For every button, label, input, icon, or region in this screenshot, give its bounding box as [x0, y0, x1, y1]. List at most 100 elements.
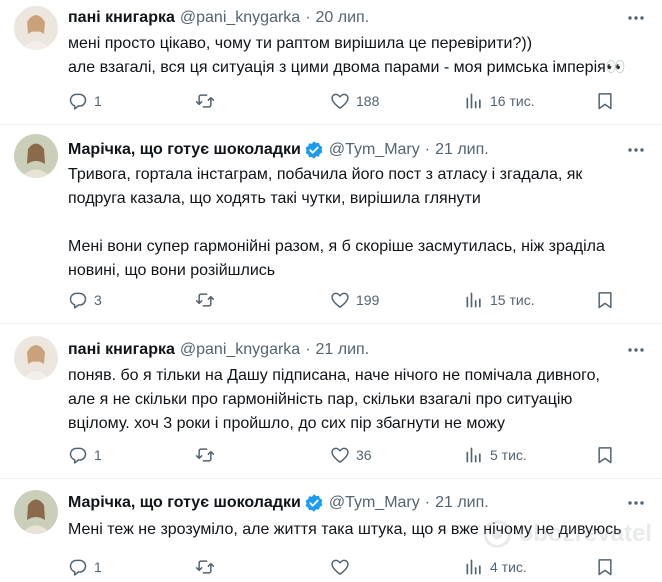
tweet-divider [0, 124, 662, 125]
views-icon [466, 559, 481, 575]
like-button[interactable]: 188 [330, 87, 379, 115]
avatar[interactable] [14, 490, 58, 534]
repost-button[interactable] [194, 441, 222, 469]
reply-icon [69, 447, 87, 464]
reply-icon [69, 292, 87, 309]
tweet-text-line: новині, що вони розійшлись [68, 262, 276, 279]
like-icon [331, 292, 349, 308]
reply-count: 1 [94, 447, 102, 463]
tweet-text-line: Мені вони супер гармонійні разом, я б ск… [68, 238, 605, 255]
tweet-actions: 1 36 5 тис. [60, 441, 650, 469]
repost-button[interactable] [194, 87, 222, 115]
repost-icon [195, 560, 215, 574]
repost-icon [195, 448, 215, 462]
views-button[interactable]: 5 тис. [464, 441, 527, 469]
author-name[interactable]: Марічка, що готує шоколадки [68, 141, 301, 159]
author-handle[interactable]: @Tym_Mary [329, 494, 420, 512]
bookmark-icon [598, 559, 612, 576]
tweet-text: поняв. бо я тільки на Дашу підписана, на… [68, 364, 648, 436]
tweet-date[interactable]: 21 лип. [435, 141, 489, 159]
bookmark-icon [598, 292, 612, 309]
like-icon [331, 93, 349, 109]
bookmark-button[interactable] [595, 87, 615, 115]
tweet-date[interactable]: 21 лип. [316, 341, 370, 359]
tweet-actions: 3 199 15 тис. [60, 286, 650, 314]
views-count: 16 тис. [490, 93, 535, 109]
like-button[interactable]: 36 [330, 441, 372, 469]
tweet-date[interactable]: 21 лип. [435, 494, 489, 512]
tweet-header: пані книгарка @pani_knygarka · 20 лип. [68, 6, 369, 30]
tweet-header: Марічка, що готує шоколадки @Tym_Mary · … [68, 491, 489, 515]
bookmark-button[interactable] [595, 441, 615, 469]
repost-icon [195, 94, 215, 108]
separator-dot: · [305, 9, 311, 26]
views-button[interactable]: 15 тис. [464, 286, 535, 314]
repost-button[interactable] [194, 553, 222, 581]
more-icon[interactable] [624, 491, 648, 515]
tweet-divider [0, 323, 662, 324]
views-icon [466, 93, 481, 109]
reply-count: 1 [94, 559, 102, 575]
more-icon[interactable] [624, 6, 648, 30]
tweet-text-line [68, 211, 648, 235]
tweet-text: мені просто цікаво, чому ти раптом виріш… [68, 32, 648, 80]
avatar[interactable] [14, 336, 58, 380]
reply-button[interactable]: 1 [68, 87, 102, 115]
reply-button[interactable]: 1 [68, 441, 102, 469]
views-icon [466, 292, 481, 308]
like-icon [331, 559, 349, 575]
reply-count: 3 [94, 292, 102, 308]
tweet-date[interactable]: 20 лип. [316, 9, 370, 27]
tweet-actions: 1 188 16 тис. [60, 87, 650, 115]
tweet-text-line: вцілому. хоч 3 роки і пройшло, до сих пі… [68, 415, 505, 432]
like-button[interactable]: 199 [330, 286, 379, 314]
more-icon[interactable] [624, 338, 648, 362]
separator-dot: · [424, 141, 431, 158]
avatar[interactable] [14, 6, 58, 50]
reply-count: 1 [94, 93, 102, 109]
verified-icon [304, 140, 324, 160]
bookmark-button[interactable] [595, 553, 615, 581]
like-count: 36 [356, 447, 372, 463]
tweet-text-line: подруга казала, що ходять такі чутки, ви… [68, 190, 481, 207]
like-icon [331, 447, 349, 463]
reply-button[interactable]: 1 [68, 553, 102, 581]
like-count: 188 [356, 93, 380, 109]
reply-icon [69, 93, 87, 110]
tweet-text-line: Мені теж не зрозуміло, але життя така шт… [68, 521, 622, 538]
views-button[interactable]: 4 тис. [464, 553, 527, 581]
author-handle[interactable]: @Tym_Mary [329, 141, 420, 159]
views-count: 15 тис. [490, 292, 535, 308]
like-button[interactable] [330, 553, 356, 581]
tweet-text-line: але взагалі, вся ця ситуація з цими двом… [68, 59, 626, 76]
tweet-text: Тривога, гортала інстаграм, побачила йог… [68, 163, 648, 283]
bookmark-button[interactable] [595, 286, 615, 314]
tweet-text: Мені теж не зрозуміло, але життя така шт… [68, 518, 648, 542]
reply-icon [69, 559, 87, 576]
tweet-text-line: але я не скільки про гармонійність пар, … [68, 391, 573, 408]
views-count: 5 тис. [490, 447, 527, 463]
tweet-actions: 1 4 тис. [60, 553, 650, 581]
repost-icon [195, 293, 215, 307]
tweet-text-line: Тривога, гортала інстаграм, побачила йог… [68, 166, 583, 183]
views-button[interactable]: 16 тис. [464, 87, 535, 115]
bookmark-icon [598, 93, 612, 110]
author-name[interactable]: Марічка, що готує шоколадки [68, 494, 301, 512]
author-name[interactable]: пані книгарка [68, 9, 175, 27]
author-handle[interactable]: @pani_knygarka [180, 9, 300, 27]
views-count: 4 тис. [490, 559, 527, 575]
like-count: 199 [356, 292, 380, 308]
repost-button[interactable] [194, 286, 222, 314]
tweet-header: пані книгарка @pani_knygarka · 21 лип. [68, 338, 369, 362]
author-name[interactable]: пані книгарка [68, 341, 175, 359]
separator-dot: · [424, 494, 431, 511]
separator-dot: · [305, 341, 311, 358]
verified-icon [304, 493, 324, 513]
reply-button[interactable]: 3 [68, 286, 102, 314]
views-icon [466, 447, 481, 463]
bookmark-icon [598, 447, 612, 464]
more-icon[interactable] [624, 138, 648, 162]
author-handle[interactable]: @pani_knygarka [180, 341, 300, 359]
tweet-header: Марічка, що готує шоколадки @Tym_Mary · … [68, 138, 489, 162]
avatar[interactable] [14, 134, 58, 178]
